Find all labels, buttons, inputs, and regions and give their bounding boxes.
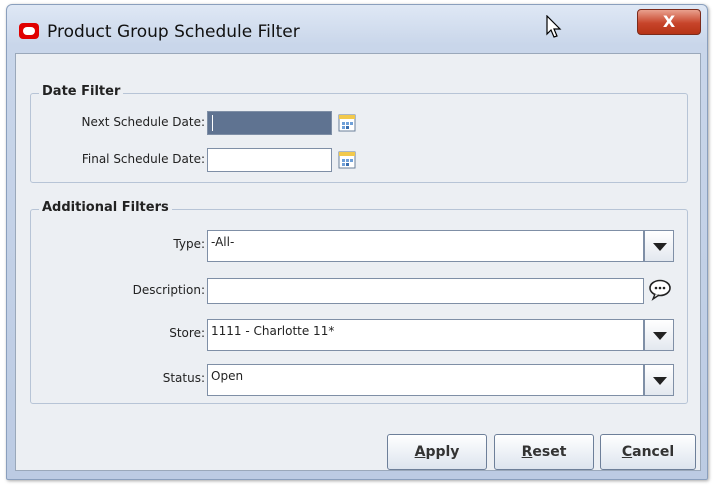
final-schedule-date-label: Final Schedule Date: [81,152,205,166]
date-filter-title: Date Filter [39,84,124,99]
type-dropdown[interactable]: -All- [207,230,644,262]
type-dropdown-arrow[interactable] [644,230,674,262]
window-title: Product Group Schedule Filter [47,22,300,42]
store-dropdown[interactable]: 1111 - Charlotte 11* [207,319,644,351]
calendar-icon[interactable] [338,151,356,169]
speech-bubble-icon[interactable] [648,279,672,301]
description-label: Description: [132,283,205,297]
status-label: Status: [162,371,205,385]
type-label: Type: [173,237,205,251]
description-input[interactable] [207,278,644,304]
next-schedule-date-label: Next Schedule Date: [81,115,205,129]
additional-filters-title: Additional Filters [39,200,172,215]
additional-filters-group: Additional Filters Type: -All- Descripti… [30,200,688,404]
status-dropdown[interactable]: Open [207,364,644,396]
reset-button[interactable]: Reset [494,434,594,470]
dialog-window: Product Group Schedule Filter X Date Fil… [6,4,708,480]
oracle-app-icon [19,23,39,39]
status-dropdown-arrow[interactable] [644,364,674,396]
close-button[interactable]: X [637,9,701,35]
dialog-body: Date Filter Next Schedule Date: Final Sc… [15,53,701,471]
final-schedule-date-input[interactable] [207,148,332,172]
store-dropdown-arrow[interactable] [644,319,674,351]
apply-button[interactable]: Apply [387,434,487,470]
next-schedule-date-input[interactable] [207,111,332,135]
calendar-icon[interactable] [338,114,356,132]
text-caret [212,115,213,131]
date-filter-group: Date Filter Next Schedule Date: Final Sc… [30,84,688,183]
cancel-button[interactable]: Cancel [600,434,696,470]
mouse-pointer-icon [546,15,562,38]
store-label: Store: [169,326,205,340]
title-bar[interactable]: Product Group Schedule Filter X [7,5,707,53]
